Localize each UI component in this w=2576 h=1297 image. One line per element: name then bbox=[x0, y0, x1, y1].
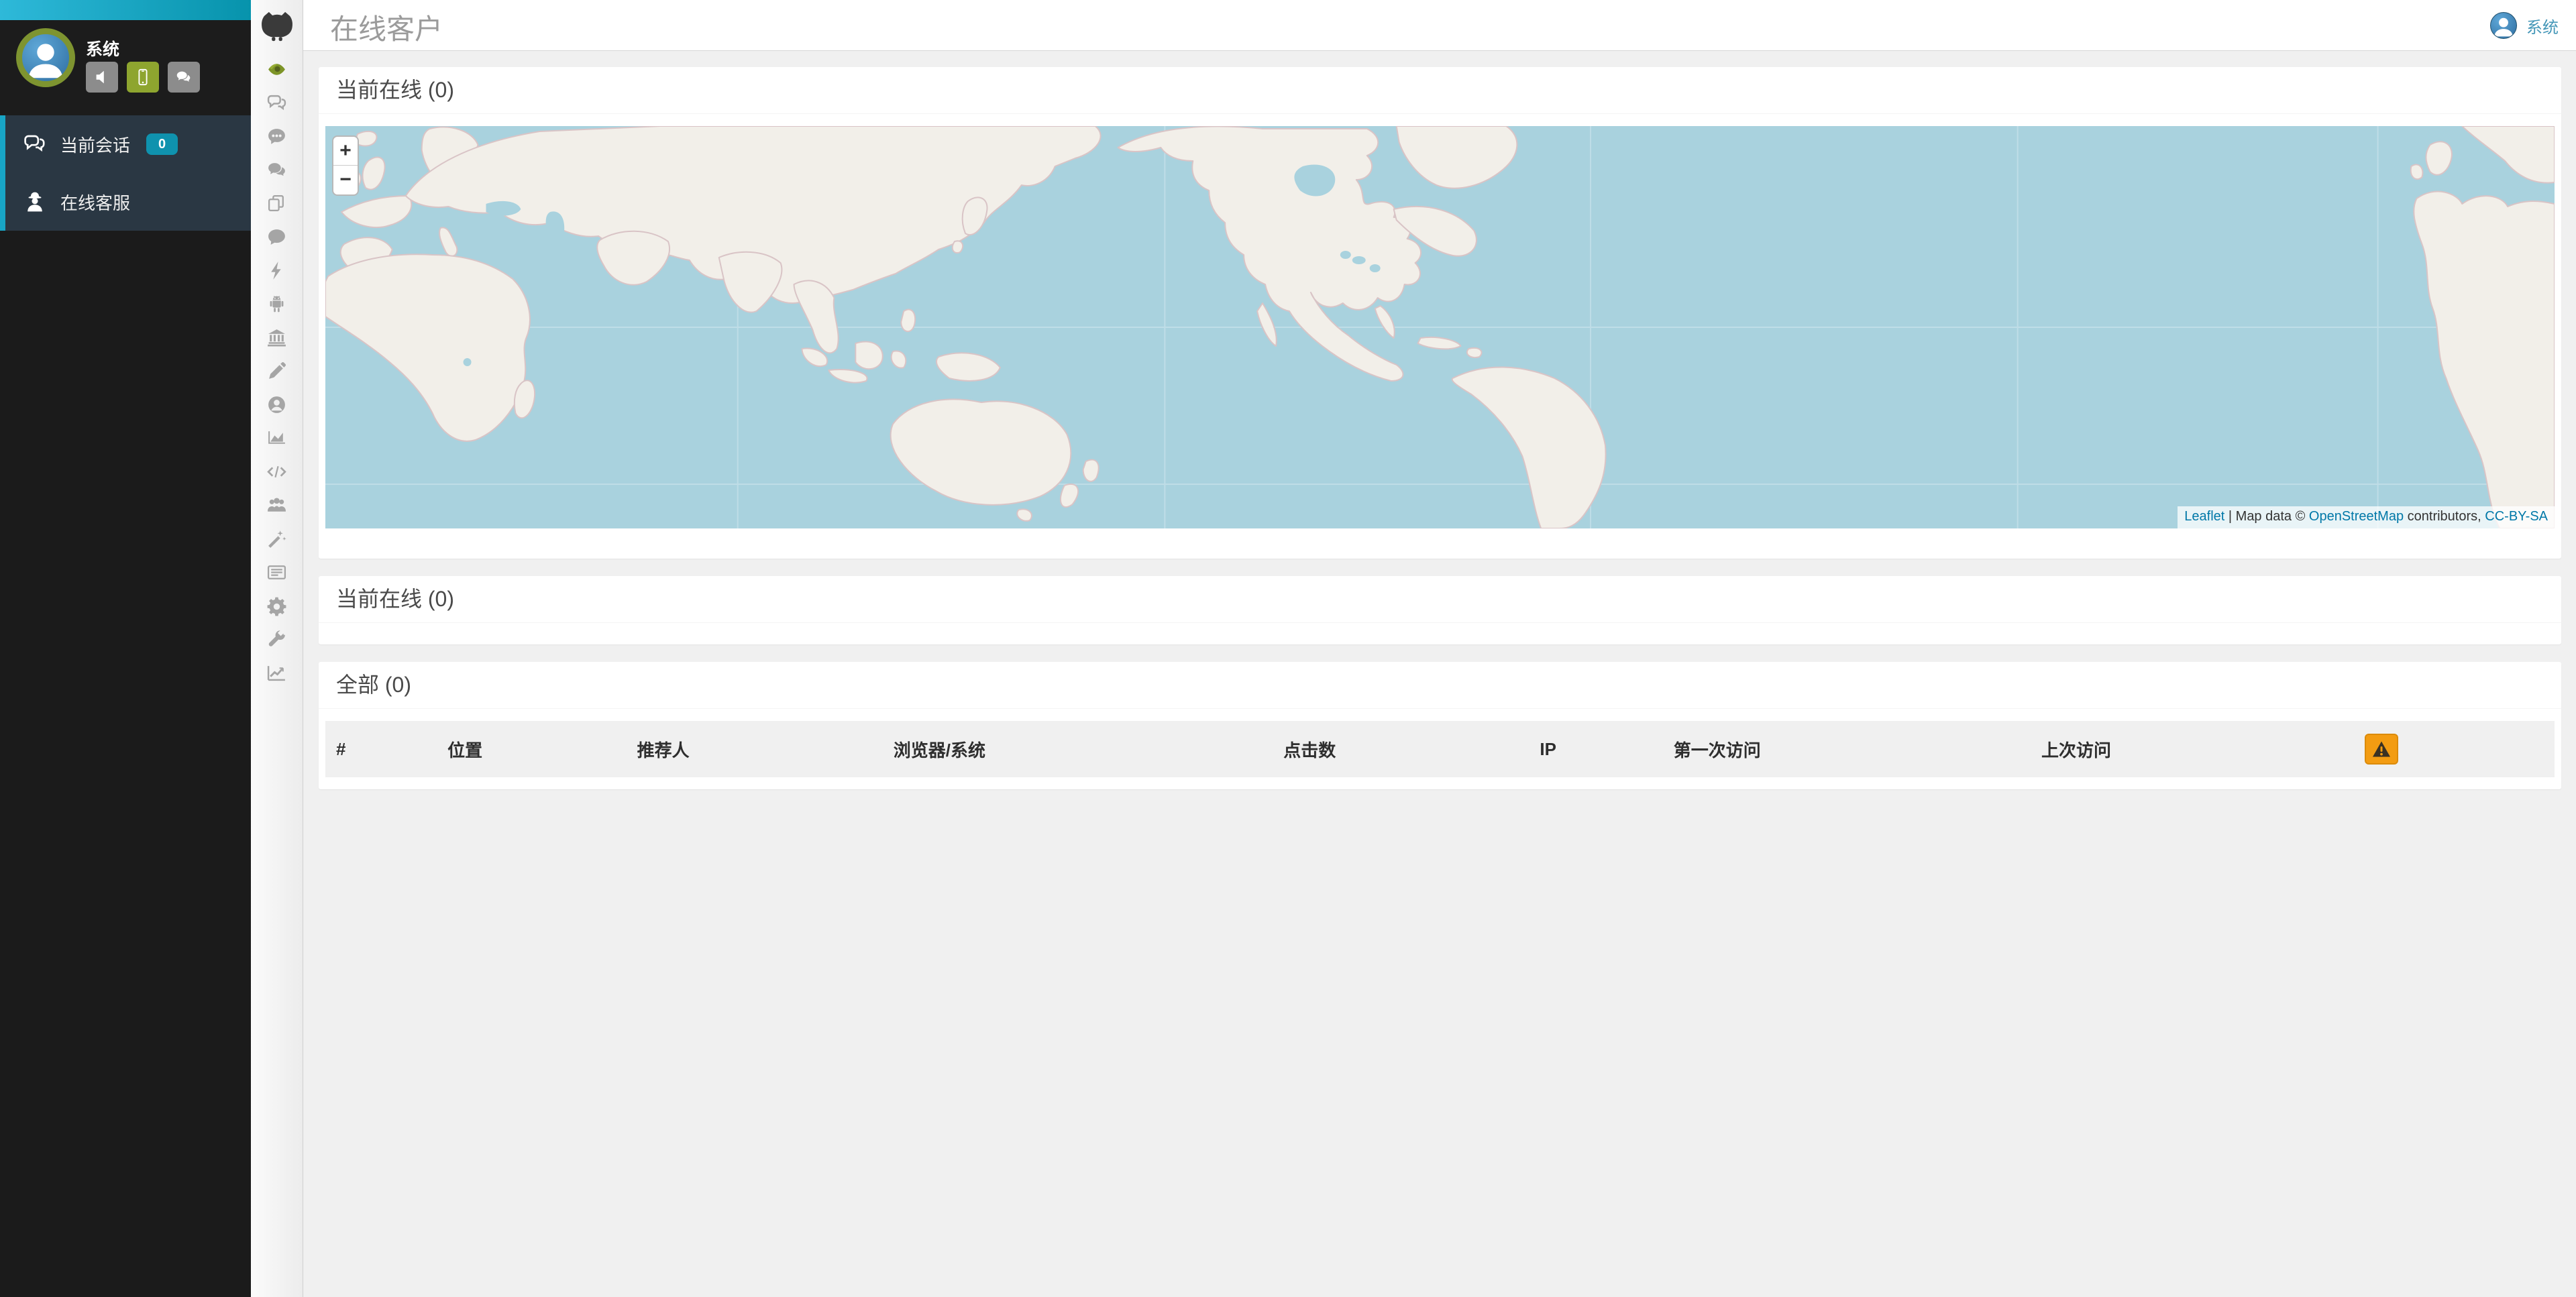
current-chats-badge: 0 bbox=[146, 133, 178, 155]
speaker-icon bbox=[93, 68, 111, 87]
online-panel: 当前在线 (0) bbox=[319, 576, 2561, 644]
sidebar-nav: 当前会话 0 在线客服 bbox=[0, 115, 251, 231]
sidebar: 系统 当前会话 0 在线客服 bbox=[0, 0, 251, 1297]
header-user-menu[interactable]: 系统 bbox=[2490, 0, 2559, 51]
icon-rail bbox=[251, 0, 303, 1297]
world-map-image bbox=[325, 126, 2555, 528]
phone-button[interactable] bbox=[127, 62, 159, 93]
warning-button[interactable] bbox=[2365, 734, 2398, 765]
list-icon[interactable] bbox=[251, 555, 303, 589]
chat-bubbles-icon bbox=[174, 68, 193, 87]
eye-icon[interactable] bbox=[251, 52, 303, 86]
user-circle-icon[interactable] bbox=[251, 388, 303, 421]
sidebar-item-current-chats[interactable]: 当前会话 0 bbox=[5, 115, 251, 173]
leaflet-link[interactable]: Leaflet bbox=[2184, 509, 2224, 524]
sidebar-user-block: 系统 bbox=[0, 20, 251, 115]
content-area: 当前在线 (0) bbox=[303, 51, 2576, 789]
agent-icon bbox=[23, 190, 47, 214]
sidebar-accent-bar bbox=[0, 0, 251, 20]
all-panel-body: # 位置 推荐人 浏览器/系统 点击数 IP 第一次访问 上次访问 bbox=[319, 709, 2561, 789]
line-chart-icon[interactable] bbox=[251, 656, 303, 689]
wrench-icon[interactable] bbox=[251, 622, 303, 656]
col-location: 位置 bbox=[437, 721, 626, 777]
col-number: # bbox=[325, 721, 437, 777]
comment-icon[interactable] bbox=[251, 220, 303, 253]
col-browser-os: 浏览器/系统 bbox=[883, 721, 1273, 777]
header-avatar bbox=[2490, 12, 2517, 39]
zoom-in-button[interactable]: + bbox=[333, 137, 358, 166]
users-icon[interactable] bbox=[251, 488, 303, 522]
visitors-table: # 位置 推荐人 浏览器/系统 点击数 IP 第一次访问 上次访问 bbox=[325, 721, 2555, 777]
chat-outline-icon[interactable] bbox=[251, 86, 303, 119]
col-actions bbox=[2354, 721, 2555, 777]
mibew-logo-icon[interactable] bbox=[251, 0, 303, 52]
table-header-row: # 位置 推荐人 浏览器/系统 点击数 IP 第一次访问 上次访问 bbox=[325, 721, 2555, 777]
online-panel-title: 当前在线 (0) bbox=[319, 576, 2561, 623]
col-clicks: 点击数 bbox=[1273, 721, 1529, 777]
chat-button[interactable] bbox=[168, 62, 200, 93]
sound-button[interactable] bbox=[86, 62, 118, 93]
openstreetmap-link[interactable]: OpenStreetMap bbox=[2309, 509, 2404, 524]
page-title: 在线客户 bbox=[330, 7, 443, 48]
copy-icon[interactable] bbox=[251, 186, 303, 220]
all-panel-title: 全部 (0) bbox=[319, 662, 2561, 709]
pencil-icon[interactable] bbox=[251, 354, 303, 388]
sidebar-item-label: 当前会话 bbox=[60, 132, 130, 157]
sidebar-user-name: 系统 bbox=[86, 36, 119, 60]
comment-dots-icon[interactable] bbox=[251, 119, 303, 153]
person-icon bbox=[2491, 13, 2516, 38]
online-panel-body bbox=[319, 623, 2561, 644]
user-avatar bbox=[16, 28, 75, 87]
col-first-visit: 第一次访问 bbox=[1663, 721, 2031, 777]
all-visitors-panel: 全部 (0) # 位置 推荐人 浏览器/系统 点击数 I bbox=[319, 662, 2561, 789]
cc-by-sa-link[interactable]: CC-BY-SA bbox=[2485, 509, 2548, 524]
map-attribution: Leaflet | Map data © OpenStreetMap contr… bbox=[2178, 506, 2555, 528]
warning-triangle-icon bbox=[2372, 740, 2391, 758]
map-panel: 当前在线 (0) bbox=[319, 67, 2561, 559]
person-icon bbox=[22, 34, 69, 81]
attribution-text: contributors, bbox=[2404, 509, 2485, 524]
attribution-text: | Map data © bbox=[2224, 509, 2309, 524]
gear-icon[interactable] bbox=[251, 589, 303, 622]
android-icon[interactable] bbox=[251, 287, 303, 321]
col-referrer: 推荐人 bbox=[627, 721, 883, 777]
magic-wand-icon[interactable] bbox=[251, 522, 303, 555]
code-icon[interactable] bbox=[251, 455, 303, 488]
top-header: 在线客户 系统 bbox=[303, 0, 2576, 51]
comments-icon[interactable] bbox=[251, 153, 303, 186]
bank-icon[interactable] bbox=[251, 321, 303, 354]
sidebar-item-online-operators[interactable]: 在线客服 bbox=[5, 173, 251, 231]
main-area: 在线客户 系统 当前在线 (0) bbox=[303, 0, 2576, 1297]
area-chart-icon[interactable] bbox=[251, 421, 303, 455]
sidebar-item-label: 在线客服 bbox=[60, 190, 130, 215]
user-status-buttons bbox=[86, 62, 200, 93]
visitors-map[interactable]: + − Leaflet | Map data © OpenStreetMap c… bbox=[325, 126, 2555, 528]
col-ip: IP bbox=[1529, 721, 1662, 777]
col-last-visit: 上次访问 bbox=[2031, 721, 2354, 777]
zoom-out-button[interactable]: − bbox=[333, 166, 358, 194]
chats-icon bbox=[23, 132, 47, 156]
smartphone-icon bbox=[133, 68, 152, 87]
header-user-name: 系统 bbox=[2526, 14, 2559, 38]
bolt-icon[interactable] bbox=[251, 253, 303, 287]
map-zoom-control: + − bbox=[332, 135, 359, 196]
map-panel-title: 当前在线 (0) bbox=[319, 67, 2561, 114]
